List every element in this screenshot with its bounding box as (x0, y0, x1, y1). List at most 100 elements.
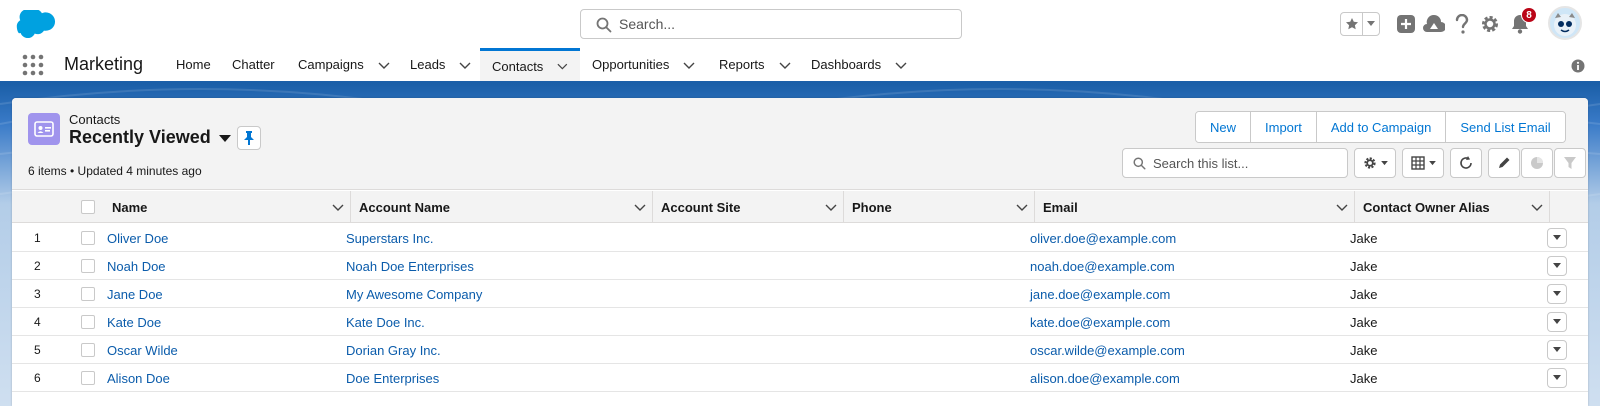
email-link[interactable]: oliver.doe@example.com (1030, 224, 1176, 252)
global-header: 8 (0, 0, 1600, 48)
row-actions-button[interactable] (1547, 256, 1567, 276)
trailhead-button[interactable] (1422, 12, 1446, 36)
email-link[interactable]: oscar.wilde@example.com (1030, 336, 1185, 364)
nav-item-reports[interactable]: Reports (707, 48, 803, 81)
row-checkbox[interactable] (81, 371, 95, 385)
row-checkbox[interactable] (81, 231, 95, 245)
info-icon[interactable] (1571, 59, 1585, 73)
nav-item-label: Campaigns (298, 57, 364, 72)
nav-item-chatter[interactable]: Chatter (220, 48, 287, 81)
notification-badge: 8 (1521, 7, 1537, 23)
nav-item-leads[interactable]: Leads (398, 48, 483, 81)
account-name-link[interactable]: Noah Doe Enterprises (346, 252, 474, 280)
list-view-header: Contacts Recently Viewed 6 items • Updat… (12, 98, 1588, 190)
contact-name-link[interactable]: Oliver Doe (107, 224, 168, 252)
chevron-down-icon[interactable] (825, 201, 837, 213)
new-button[interactable]: New (1196, 112, 1252, 142)
star-icon (1345, 18, 1358, 30)
chevron-down-icon[interactable] (779, 59, 791, 71)
refresh-button[interactable] (1450, 148, 1482, 178)
list-view-controls-button[interactable] (1354, 148, 1396, 178)
account-name-link[interactable]: Superstars Inc. (346, 224, 433, 252)
help-button[interactable] (1450, 12, 1474, 36)
nav-item-dashboards[interactable]: Dashboards (799, 48, 919, 81)
chevron-down-icon[interactable] (683, 59, 695, 71)
global-search-input[interactable] (619, 14, 949, 34)
column-header-account-name[interactable]: Account Name (351, 191, 653, 223)
email-link[interactable]: kate.doe@example.com (1030, 308, 1170, 336)
account-name-link[interactable]: My Awesome Company (346, 280, 482, 308)
add-icon (1397, 15, 1415, 33)
row-actions-button[interactable] (1547, 368, 1567, 388)
global-search[interactable] (580, 9, 962, 39)
select-all-checkbox[interactable] (81, 200, 95, 214)
account-name-link[interactable]: Kate Doe Inc. (346, 308, 425, 336)
list-view-picker[interactable]: Recently Viewed (69, 127, 231, 148)
row-actions-button[interactable] (1547, 312, 1567, 332)
column-header-email[interactable]: Email (1035, 191, 1355, 223)
row-checkbox[interactable] (81, 287, 95, 301)
column-header-name[interactable]: Name (104, 191, 351, 223)
chevron-down-icon[interactable] (557, 60, 568, 72)
chevron-down-icon[interactable] (332, 201, 344, 213)
nav-item-campaigns[interactable]: Campaigns (286, 48, 402, 81)
email-link[interactable]: noah.doe@example.com (1030, 252, 1175, 280)
column-header-account-site[interactable]: Account Site (653, 191, 844, 223)
nav-item-label: Leads (410, 57, 446, 72)
chevron-down-icon[interactable] (634, 201, 646, 213)
chevron-down-icon[interactable] (378, 59, 390, 71)
display-as-button[interactable] (1402, 148, 1444, 178)
inline-edit-button[interactable] (1488, 148, 1520, 178)
row-checkbox[interactable] (81, 343, 95, 357)
setup-button[interactable] (1478, 12, 1502, 36)
account-name-link[interactable]: Doe Enterprises (346, 364, 439, 392)
email-link[interactable]: jane.doe@example.com (1030, 280, 1170, 308)
salesforce-logo[interactable] (16, 10, 56, 38)
chevron-down-icon[interactable] (1336, 201, 1348, 213)
column-header-phone[interactable]: Phone (844, 191, 1035, 223)
favorites-group (1340, 12, 1380, 36)
chevron-down-icon[interactable] (459, 59, 471, 71)
account-name-link[interactable]: Dorian Gray Inc. (346, 336, 441, 364)
email-link[interactable]: alison.doe@example.com (1030, 364, 1180, 392)
add-to-campaign-button[interactable]: Add to Campaign (1316, 112, 1447, 142)
contact-name-link[interactable]: Kate Doe (107, 308, 161, 336)
chevron-down-icon[interactable] (1531, 201, 1543, 213)
column-header-contact-owner-alias[interactable]: Contact Owner Alias (1355, 191, 1550, 223)
nav-item-opportunities[interactable]: Opportunities (580, 48, 707, 81)
row-checkbox[interactable] (81, 315, 95, 329)
table-row: 2 Noah Doe Noah Doe Enterprises noah.doe… (12, 252, 1588, 280)
row-actions-button[interactable] (1547, 284, 1567, 304)
table-row: 6 Alison Doe Doe Enterprises alison.doe@… (12, 364, 1588, 392)
row-number: 2 (34, 259, 41, 273)
row-select-cell (76, 336, 100, 364)
chevron-down-icon[interactable] (895, 59, 907, 71)
list-search-input[interactable] (1153, 154, 1343, 172)
column-label: Account Name (359, 199, 451, 215)
chevron-down-icon[interactable] (1016, 201, 1028, 213)
column-label: Account Site (661, 199, 741, 215)
row-checkbox[interactable] (81, 259, 95, 273)
favorites-button[interactable] (1341, 13, 1363, 35)
nav-item-contacts[interactable]: Contacts (480, 48, 580, 81)
gear-icon (1482, 16, 1498, 32)
table-header: Name Account Name Account Site Phone Ema… (12, 191, 1588, 223)
pin-list-view-button[interactable] (237, 126, 261, 150)
list-search[interactable] (1122, 148, 1348, 178)
contact-name-link[interactable]: Noah Doe (107, 252, 166, 280)
import-button[interactable]: Import (1251, 112, 1317, 142)
user-avatar[interactable] (1548, 6, 1582, 40)
search-icon (1133, 157, 1146, 170)
global-actions-button[interactable] (1394, 12, 1418, 36)
nav-item-home[interactable]: Home (164, 48, 223, 81)
contact-name-link[interactable]: Oscar Wilde (107, 336, 178, 364)
row-actions-button[interactable] (1547, 340, 1567, 360)
contact-name-link[interactable]: Alison Doe (107, 364, 170, 392)
favorites-dropdown[interactable] (1363, 13, 1379, 35)
row-actions-button[interactable] (1547, 228, 1567, 248)
app-launcher-icon[interactable] (22, 54, 44, 76)
send-list-email-button[interactable]: Send List Email (1446, 112, 1565, 142)
contact-name-link[interactable]: Jane Doe (107, 280, 163, 308)
charts-button[interactable] (1521, 148, 1553, 178)
filters-button[interactable] (1554, 148, 1586, 178)
